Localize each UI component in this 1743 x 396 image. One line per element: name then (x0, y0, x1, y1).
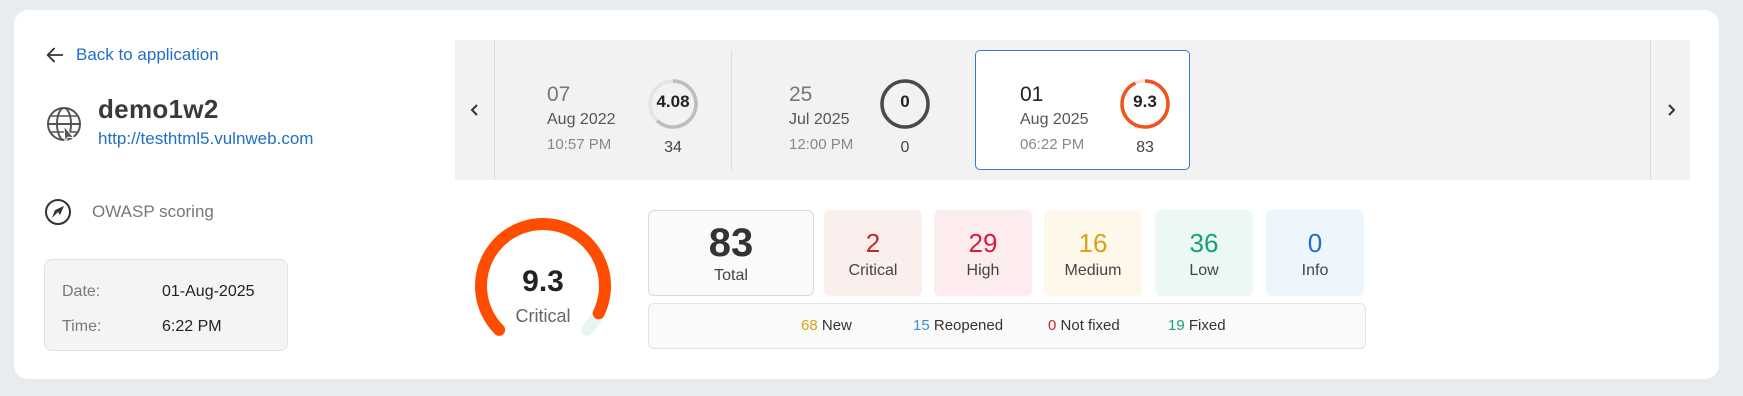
info-label: Info (1301, 262, 1329, 279)
scan-divider (731, 50, 732, 170)
scan-item[interactable]: 25 Jul 2025 12:00 PM 0 0 (789, 40, 949, 180)
scan-score: 9.3 (1133, 92, 1157, 111)
date-label: Date: (62, 282, 101, 300)
scan-history-carousel: 07 Aug 2022 10:57 PM 4.08 34 25 Jul 2025… (455, 40, 1690, 180)
scan-finding-count: 34 (664, 139, 682, 156)
total-findings-card[interactable]: 83 Total (648, 210, 814, 296)
high-label: High (966, 262, 1000, 279)
scan-finding-count: 83 (1136, 139, 1154, 156)
scan-month: Jul 2025 (789, 111, 850, 128)
scan-summary-card: Back to application demo1w2 http://testh… (14, 10, 1719, 379)
risk-score-label: Critical (515, 306, 571, 326)
high-findings-card[interactable]: 29 High (934, 210, 1032, 296)
status-reopened-label: Reopened (933, 317, 1004, 334)
scan-day: 25 (789, 83, 813, 106)
scan-time: 06:22 PM (1020, 136, 1085, 153)
risk-score-value: 9.3 (522, 265, 564, 298)
medium-findings-card[interactable]: 16 Medium (1044, 210, 1142, 296)
scan-month: Aug 2025 (1020, 111, 1089, 128)
critical-findings-card[interactable]: 2 Critical (824, 210, 922, 296)
application-header: demo1w2 http://testhtml5.vulnweb.com (44, 94, 313, 149)
low-count: 36 (1189, 228, 1219, 258)
status-new-count: 68 (801, 317, 818, 334)
status-fixed[interactable]: 19 Fixed (1168, 317, 1226, 334)
status-reopened-count: 15 (913, 317, 930, 334)
carousel-prev-button[interactable] (455, 40, 495, 180)
low-findings-card[interactable]: 36 Low (1155, 210, 1253, 296)
scan-month: Aug 2022 (547, 111, 616, 128)
status-not-fixed[interactable]: 0 Not fixed (1048, 317, 1120, 334)
info-findings-card[interactable]: 0 Info (1266, 210, 1364, 296)
medium-label: Medium (1064, 262, 1122, 279)
status-not-fixed-count: 0 (1048, 317, 1057, 334)
status-fixed-count: 19 (1168, 317, 1185, 334)
status-not-fixed-label: Not fixed (1060, 317, 1120, 334)
scoring-label: OWASP scoring (92, 202, 214, 221)
scan-time: 12:00 PM (789, 136, 854, 153)
finding-status-bar: 68 New 15 Reopened 0 Not fixed 19 Fixed (648, 303, 1366, 349)
time-value: 6:22 PM (162, 317, 222, 335)
compass-icon (45, 199, 71, 225)
arrow-left-icon (46, 47, 64, 63)
medium-count: 16 (1078, 228, 1108, 258)
low-label: Low (1189, 262, 1219, 279)
status-new[interactable]: 68 New (801, 317, 852, 334)
chevron-left-icon (470, 104, 478, 116)
scan-finding-count: 0 (900, 139, 910, 156)
back-link-label: Back to application (76, 45, 219, 64)
scan-score: 0 (900, 92, 910, 111)
application-url-link[interactable]: http://testhtml5.vulnweb.com (98, 129, 313, 149)
globe-icon (47, 107, 81, 144)
info-count: 0 (1307, 228, 1323, 258)
critical-label: Critical (848, 262, 898, 279)
scan-score: 4.08 (656, 92, 690, 111)
date-value: 01-Aug-2025 (162, 282, 255, 300)
total-label: Total (714, 267, 748, 284)
status-reopened[interactable]: 15 Reopened (913, 317, 1003, 334)
critical-count: 2 (865, 228, 881, 258)
high-count: 29 (968, 228, 998, 258)
application-name: demo1w2 (98, 94, 219, 124)
status-new-label: New (821, 317, 852, 334)
total-count: 83 (708, 221, 754, 265)
carousel-next-button[interactable] (1650, 40, 1690, 180)
scan-date-box: Date: 01-Aug-2025 Time: 6:22 PM (44, 259, 288, 351)
status-fixed-label: Fixed (1188, 317, 1226, 334)
time-label: Time: (62, 317, 102, 335)
scan-item-selected[interactable]: 01 Aug 2025 06:22 PM 9.3 83 (1020, 40, 1180, 180)
scan-day: 01 (1020, 83, 1044, 106)
back-to-application-link[interactable]: Back to application (44, 44, 219, 66)
scan-day: 07 (547, 83, 571, 106)
scan-item[interactable]: 07 Aug 2022 10:57 PM 4.08 34 (547, 40, 707, 180)
chevron-right-icon (1667, 104, 1675, 116)
scan-time: 10:57 PM (547, 136, 612, 153)
scoring-method: OWASP scoring (44, 198, 214, 226)
